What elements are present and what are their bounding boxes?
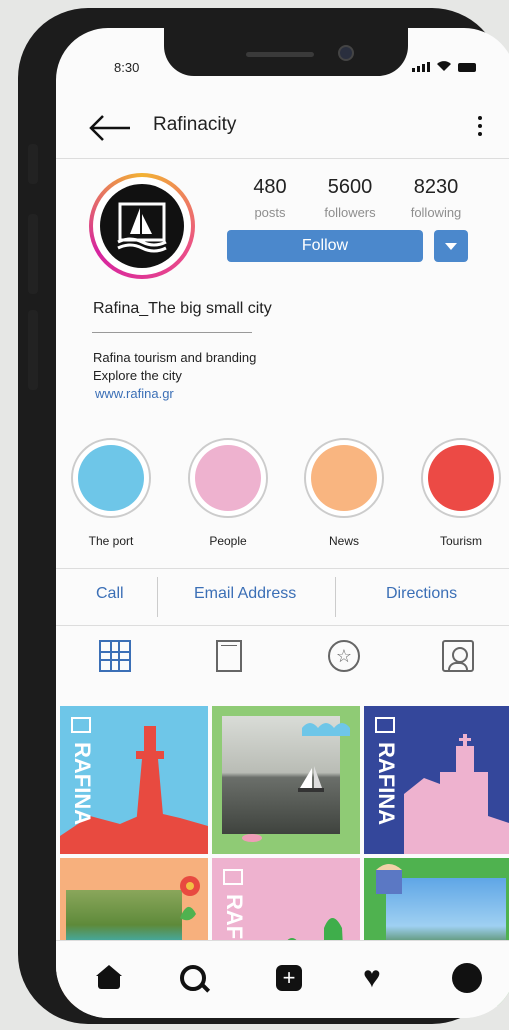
highlight-news[interactable]: News [304, 438, 384, 548]
screen: 8:30 Rafinacity 480 posts 5600 followers… [56, 28, 509, 1018]
website-link[interactable]: www.rafina.gr [95, 386, 174, 401]
tagged-icon[interactable] [442, 640, 474, 672]
add-post-icon[interactable]: + [276, 965, 302, 991]
igtv-icon[interactable] [216, 640, 242, 672]
speaker [246, 52, 314, 57]
highlight-cover [311, 445, 377, 511]
highlight-cover [428, 445, 494, 511]
highlight-tourism[interactable]: Tourism [421, 438, 501, 548]
mute-switch [28, 144, 38, 184]
profile-icon[interactable] [452, 963, 482, 993]
notch [164, 28, 408, 76]
battery-icon [458, 63, 476, 72]
divider [335, 577, 336, 617]
profile-header: Rafinacity [56, 98, 509, 159]
highlight-the-port[interactable]: The port [71, 438, 151, 548]
chevron-down-icon[interactable] [434, 230, 468, 262]
heart-icon[interactable]: ♥ [363, 963, 389, 993]
grid-icon[interactable] [99, 640, 131, 672]
divider [92, 332, 252, 333]
front-camera [338, 45, 354, 61]
post-thumbnail[interactable]: RAFINA [364, 706, 509, 854]
follow-button[interactable]: Follow [227, 230, 423, 262]
search-icon[interactable] [180, 965, 206, 991]
star-icon[interactable]: ☆ [328, 640, 360, 672]
post-thumbnail[interactable] [212, 706, 360, 854]
avatar[interactable] [89, 173, 195, 279]
signal-icon [412, 62, 430, 72]
volume-up-button [28, 214, 38, 294]
call-button[interactable]: Call [96, 585, 124, 603]
email-button[interactable]: Email Address [194, 585, 296, 603]
highlight-people[interactable]: People [188, 438, 268, 548]
status-time: 8:30 [114, 60, 140, 75]
rafina-logo [100, 184, 184, 268]
more-options-icon[interactable] [474, 116, 486, 142]
post-text: RAFINA [70, 742, 95, 826]
back-arrow-icon[interactable] [88, 114, 132, 142]
bottom-nav: + ♥ [56, 940, 509, 1018]
phone-frame: 8:30 Rafinacity 480 posts 5600 followers… [18, 8, 509, 1024]
divider [157, 577, 158, 617]
highlight-cover [195, 445, 261, 511]
post-thumbnail[interactable]: RAFINA [60, 706, 208, 854]
highlight-cover [78, 445, 144, 511]
followers-count[interactable]: 5600 followers [314, 176, 386, 220]
status-icons [412, 60, 476, 72]
posts-count[interactable]: 480 posts [244, 176, 296, 220]
wifi-icon [437, 61, 451, 71]
home-icon[interactable] [96, 965, 122, 991]
volume-down-button [28, 310, 38, 390]
display-name: Rafina_The big small city [93, 300, 272, 317]
header-username: Rafinacity [153, 114, 237, 135]
following-count[interactable]: 8230 following [400, 176, 472, 220]
contact-row: Call Email Address Directions [56, 568, 509, 626]
directions-button[interactable]: Directions [386, 585, 457, 603]
bio: Rafina tourism and branding Explore the … [93, 350, 257, 383]
post-text: RAFINA [374, 742, 399, 826]
